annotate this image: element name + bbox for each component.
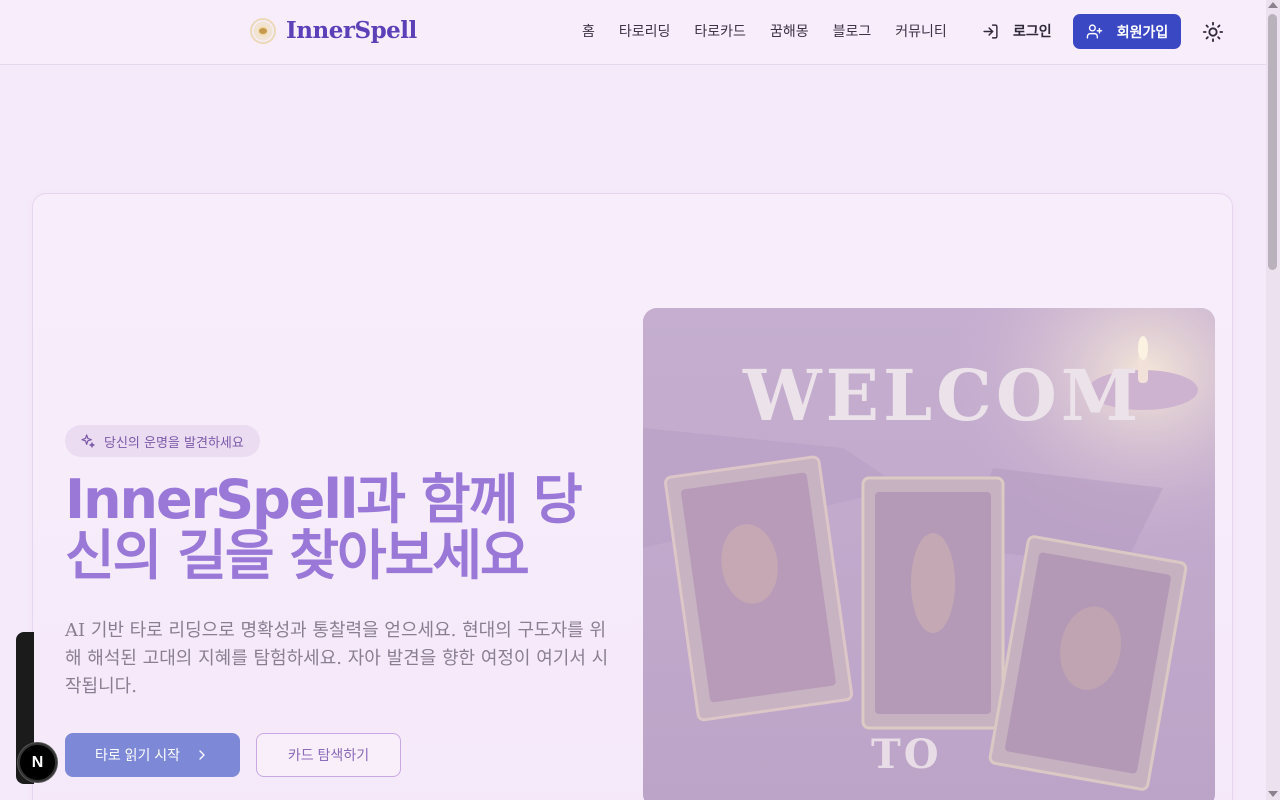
start-reading-button[interactable]: 타로 읽기 시작	[65, 733, 240, 777]
user-plus-icon	[1086, 24, 1103, 39]
hero-headline: InnerSpell과 함께 당신의 길을 찾아보세요	[65, 468, 583, 587]
hero-badge-text: 당신의 운명을 발견하세요	[104, 435, 244, 451]
main-nav: 홈 타로리딩 타로카드 꿈해몽 블로그 커뮤니티	[582, 21, 947, 41]
login-label: 로그인	[1013, 24, 1052, 40]
nextjs-badge-letter: N	[31, 753, 44, 771]
hero-tarot-image: WELCOM TO	[643, 308, 1215, 800]
logo-text: InnerSpell	[286, 17, 417, 44]
login-icon	[983, 23, 998, 39]
sparkles-icon	[81, 434, 95, 448]
image-to-text: TO	[871, 731, 942, 778]
image-welcome-text: WELCOM	[742, 354, 1142, 437]
nav-community[interactable]: 커뮤니티	[895, 21, 947, 41]
sun-icon[interactable]	[1202, 21, 1224, 43]
eye-logo-icon	[250, 17, 276, 44]
nav-tarot-reading[interactable]: 타로리딩	[619, 21, 671, 41]
logo[interactable]: InnerSpell	[250, 17, 417, 44]
scrollbar-thumb[interactable]	[1268, 14, 1277, 270]
nav-home[interactable]: 홈	[582, 21, 595, 41]
tarot-card-left	[664, 455, 854, 722]
start-reading-label: 타로 읽기 시작	[94, 747, 181, 763]
scroll-up-arrow-icon[interactable]	[1268, 2, 1278, 8]
nav-blog[interactable]: 블로그	[833, 21, 872, 41]
signup-label: 회원가입	[1116, 23, 1169, 40]
tarot-illustration: WELCOM TO	[643, 308, 1215, 800]
signup-button[interactable]: 회원가입	[1073, 14, 1181, 49]
hero-badge: 당신의 운명을 발견하세요	[65, 425, 260, 457]
login-button[interactable]: 로그인	[982, 21, 1052, 41]
nav-dream-interpretation[interactable]: 꿈해몽	[770, 21, 809, 41]
nextjs-dev-badge[interactable]: N	[18, 743, 57, 782]
explore-cards-label: 카드 탐색하기	[287, 747, 370, 763]
tarot-card-middle	[861, 476, 1005, 730]
scroll-down-arrow-icon[interactable]	[1268, 791, 1278, 797]
explore-cards-button[interactable]: 카드 탐색하기	[256, 733, 401, 777]
hero-description: AI 기반 타로 리딩으로 명확성과 통찰력을 얻으세요. 현대의 구도자를 위…	[65, 620, 609, 697]
site-header: InnerSpell 홈 타로리딩 타로카드 꿈해몽 블로그 커뮤니티 로그인 …	[0, 0, 1266, 65]
chevron-right-icon	[199, 750, 205, 760]
nav-tarot-cards[interactable]: 타로카드	[694, 21, 746, 41]
